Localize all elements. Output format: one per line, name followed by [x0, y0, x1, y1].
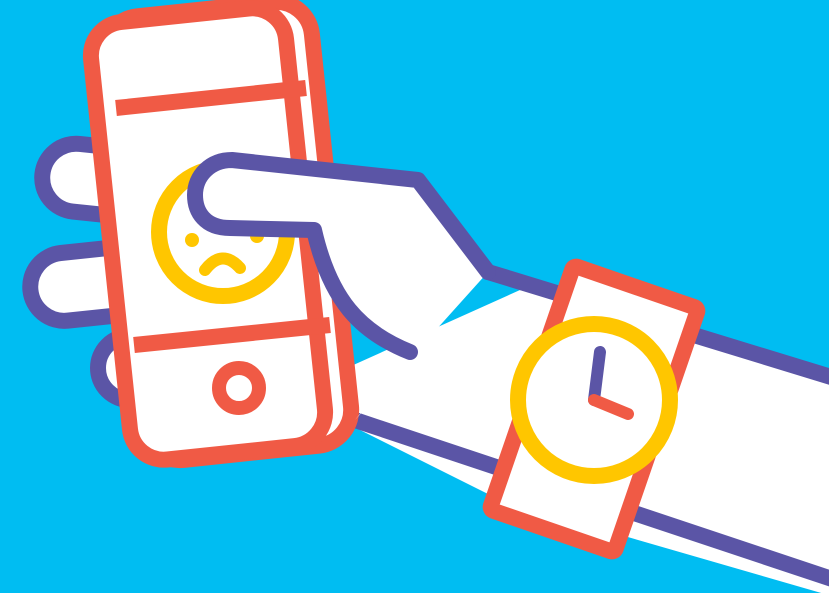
- left-eye: [185, 233, 199, 247]
- illustration-canvas: [0, 0, 829, 593]
- clock-icon: [510, 316, 678, 484]
- illustration: [0, 0, 829, 593]
- clock-hour-hand: [588, 346, 606, 406]
